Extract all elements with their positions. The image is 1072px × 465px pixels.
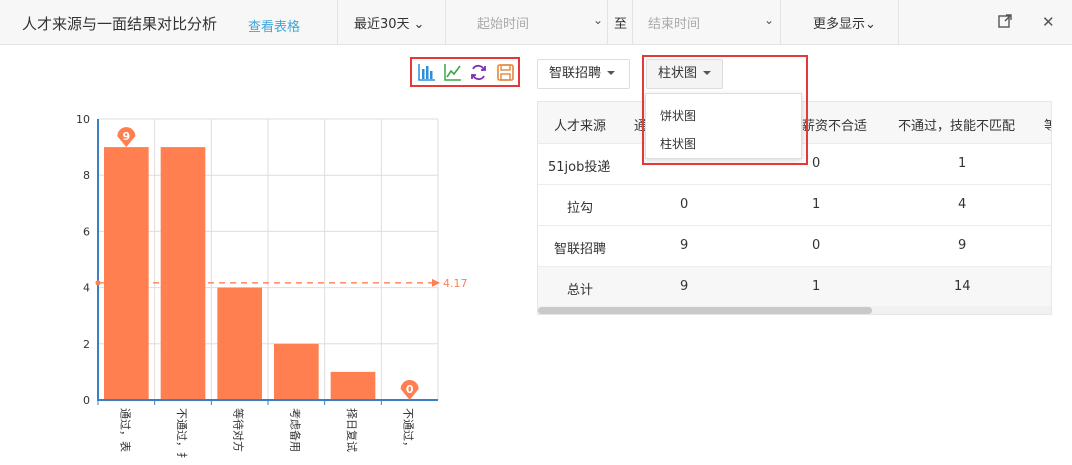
chevron-down-icon[interactable]: ⌄ <box>593 13 603 27</box>
x-tick-label: 不通过，扌 <box>175 408 189 463</box>
more-display-label: 更多显示 <box>813 17 866 32</box>
bar[interactable] <box>217 287 262 400</box>
table-cell: 1 <box>812 197 821 212</box>
export-icon[interactable] <box>997 13 1013 33</box>
table-header-cell[interactable]: 不通过，技能不匹配 <box>898 115 1015 134</box>
table-row <box>538 266 1051 307</box>
end-date-input[interactable]: 结束时间 <box>648 13 700 32</box>
y-tick-label: 4 <box>83 282 90 295</box>
divider <box>632 0 633 44</box>
table-cell: 9 <box>680 238 689 253</box>
x-tick-label: 通过，表 <box>118 408 132 452</box>
table-cell: 0 <box>812 238 821 253</box>
table-cell: 1 <box>958 156 967 171</box>
divider <box>607 0 608 44</box>
table-header-cell[interactable]: 人才来源 <box>554 115 606 134</box>
table-cell: 拉勾 <box>567 201 594 216</box>
start-date-input[interactable]: 起始时间 <box>477 13 529 32</box>
save-icon[interactable] <box>496 63 515 82</box>
x-tick-label: 考虑备用 <box>288 408 302 452</box>
x-tick-label: 等待对方 <box>232 408 246 452</box>
mean-line-arrow <box>432 278 440 287</box>
y-tick-label: 2 <box>83 338 90 351</box>
source-select[interactable]: 智联招聘 <box>537 59 630 89</box>
divider <box>538 266 1051 267</box>
highlight-box <box>642 55 808 165</box>
table-cell: 0 <box>812 156 821 171</box>
divider <box>780 0 781 44</box>
table-header-cell[interactable]: 薪资不合适 <box>802 115 867 134</box>
scrollbar-thumb[interactable] <box>538 307 872 314</box>
table-header-cell[interactable]: 等 <box>1044 115 1051 134</box>
horizontal-scrollbar[interactable] <box>538 306 1051 314</box>
max-marker-label: 9 <box>123 130 131 143</box>
more-display-button[interactable]: 更多显示⌄ <box>813 13 876 32</box>
y-tick-label: 10 <box>76 113 90 126</box>
bar[interactable] <box>104 147 149 400</box>
chevron-down-icon[interactable]: ⌄ <box>764 13 774 27</box>
x-tick-label: 择日复试 <box>345 408 359 452</box>
bar[interactable] <box>330 371 376 400</box>
divider <box>538 184 1051 185</box>
y-tick-label: 0 <box>83 394 90 407</box>
table-cell: 智联招聘 <box>554 242 607 257</box>
bar-chart: 0 2 4 6 8 10 通过，表 不通过，扌 等待对方 考虑备用 择日复试 不通过， 4.17 9 0 <box>76 113 468 463</box>
chevron-down-icon: ⌄ <box>865 17 876 32</box>
caret-down-icon <box>607 70 616 75</box>
table-cell: 0 <box>680 197 689 212</box>
table-cell: 9 <box>680 279 689 294</box>
y-tick-label: 6 <box>83 225 90 238</box>
table-cell: 9 <box>958 238 967 253</box>
table-cell: 总计 <box>567 283 594 298</box>
divider <box>898 0 899 44</box>
min-marker-label: 0 <box>406 383 414 396</box>
source-select-label: 智联招聘 <box>549 66 602 81</box>
x-tick-label: 不通过， <box>402 408 415 452</box>
divider <box>538 225 1051 226</box>
table-cell: 14 <box>954 279 971 294</box>
close-icon[interactable]: ✕ <box>1042 13 1055 31</box>
bar[interactable] <box>160 147 206 400</box>
table-cell: 4 <box>958 197 967 212</box>
table-cell: 51job投递 <box>548 160 611 175</box>
mean-line-label: 4.17 <box>443 277 468 290</box>
date-range-separator: 至 <box>614 17 628 32</box>
table-cell: 1 <box>812 279 821 294</box>
bar[interactable] <box>274 343 319 400</box>
y-tick-label: 8 <box>83 169 90 182</box>
